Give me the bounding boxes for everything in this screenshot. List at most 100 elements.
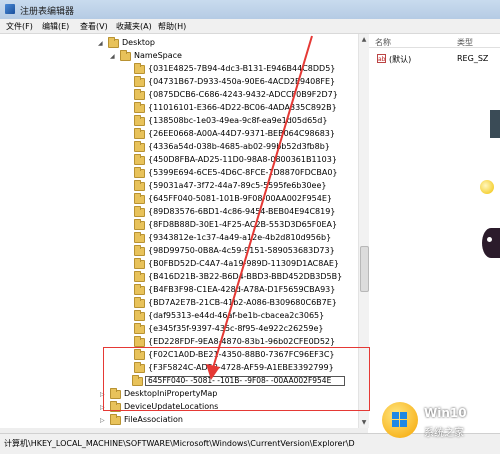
folder-icon bbox=[134, 89, 145, 100]
tree-item-label: {B416D21B-3B22-B6D4-BBD3-BBD452DB3D5B} bbox=[148, 272, 343, 281]
folder-icon bbox=[134, 206, 145, 217]
folder-icon bbox=[134, 232, 145, 243]
tree-item-label: {89D83576-6BD1-4c86-9454-BEB04E94C819} bbox=[148, 207, 336, 216]
status-path: 计算机\HKEY_LOCAL_MACHINE\SOFTWARE\Microsof… bbox=[4, 439, 355, 448]
tree-item-label: {26EE0668-A00A-44D7-9371-BEB064C98683} bbox=[148, 129, 335, 138]
tree-item-label: {B0FBD52D-C4A7-4a19-989D-11309D1AC8AE} bbox=[148, 259, 339, 268]
tree-item-key[interactable]: {B0FBD52D-C4A7-4a19-989D-11309D1AC8AE} bbox=[0, 258, 358, 270]
folder-icon bbox=[134, 336, 145, 347]
tree-item-key[interactable]: {04731B67-D933-450a-90E6-4ACD2E9408FE} bbox=[0, 76, 358, 88]
menu-favorites[interactable]: 收藏夹(A) bbox=[116, 21, 152, 32]
tree-item-label: {e345f35f-9397-435c-8f95-4e922c26259e} bbox=[148, 324, 324, 333]
tree-item-key[interactable]: {450D8FBA-AD25-11D0-98A8-0800361B1103} bbox=[0, 154, 358, 166]
lightbulb-icon bbox=[480, 180, 494, 194]
tree-item-label: {ED228FDF-9EA8-4870-83b1-96b02CFE0D52} bbox=[148, 337, 336, 346]
collapse-arrow-icon[interactable]: ◢ bbox=[98, 40, 103, 47]
folder-icon bbox=[134, 141, 145, 152]
tree-item-label: NameSpace bbox=[134, 51, 182, 60]
tree-item-label: {daf95313-e44d-46af-be1b-cbacea2c3065} bbox=[148, 311, 325, 320]
tree-item-label: {4336a54d-038b-4685-ab02-99bb52d3fb8b} bbox=[148, 142, 330, 151]
highlight-box bbox=[103, 347, 370, 411]
tree-item-key[interactable]: {8FD8B88D-30E1-4F25-AC2B-553D3D65F0EA} bbox=[0, 219, 358, 231]
tree-item-key[interactable]: {0875DCB6-C686-4243-9432-ADCCF0B9F2D7} bbox=[0, 89, 358, 101]
tree-item-key[interactable]: {645FF040-5081-101B-9F08-00AA002F954E} bbox=[0, 193, 358, 205]
folder-icon bbox=[134, 102, 145, 113]
folder-icon bbox=[134, 180, 145, 191]
menu-file[interactable]: 文件(F) bbox=[6, 21, 33, 32]
folder-icon bbox=[134, 63, 145, 74]
tree-item-key[interactable]: {59031a47-3f72-44a7-89c5-5595fe6b30ee} bbox=[0, 180, 358, 192]
folder-icon bbox=[110, 414, 121, 425]
tree-item-label: {645FF040-5081-101B-9F08-00AA002F954E} bbox=[148, 194, 332, 203]
folder-icon bbox=[134, 219, 145, 230]
folder-icon bbox=[134, 76, 145, 87]
tree-item-key[interactable]: {11016101-E366-4D22-BC06-4ADA335C892B} bbox=[0, 102, 358, 114]
folder-icon bbox=[134, 258, 145, 269]
scroll-up-icon[interactable]: ▲ bbox=[360, 35, 368, 44]
tree-item-label: {5399E694-6CE5-4D6C-8FCE-1D8870FDCBA0} bbox=[148, 168, 338, 177]
watermark-sub: 系统之家 bbox=[424, 428, 464, 439]
value-name: (默认) bbox=[389, 55, 412, 64]
collapse-arrow-icon[interactable]: ◢ bbox=[110, 53, 115, 60]
value-row-default[interactable]: ab (默认) REG_SZ bbox=[369, 53, 500, 65]
expand-arrow-icon[interactable]: ▷ bbox=[100, 417, 105, 424]
regedit-app-icon bbox=[5, 4, 15, 14]
tree-item-key[interactable]: {daf95313-e44d-46af-be1b-cbacea2c3065} bbox=[0, 310, 358, 322]
folder-icon bbox=[134, 167, 145, 178]
tree-item-label: {59031a47-3f72-44a7-89c5-5595fe6b30ee} bbox=[148, 181, 327, 190]
tree-item-key[interactable]: {9343812e-1c37-4a49-a12e-4b2d810d956b} bbox=[0, 232, 358, 244]
tree-item-key[interactable]: {26EE0668-A00A-44D7-9371-BEB064C98683} bbox=[0, 128, 358, 140]
menu-bar: 文件(F) 编辑(E) 查看(V) 收藏夹(A) 帮助(H) bbox=[0, 19, 500, 34]
folder-icon bbox=[134, 297, 145, 308]
folder-icon bbox=[134, 284, 145, 295]
tree-item-label: Desktop bbox=[122, 38, 155, 47]
folder-icon bbox=[134, 271, 145, 282]
tree-item-label: {9343812e-1c37-4a49-a12e-4b2d810d956b} bbox=[148, 233, 332, 242]
tree-item-label: {138508bc-1e03-49ea-9c8f-ea9e1d05d65d} bbox=[148, 116, 328, 125]
tree-item-label: {04731B67-D933-450a-90E6-4ACD2E9408FE} bbox=[148, 77, 336, 86]
menu-edit[interactable]: 编辑(E) bbox=[42, 21, 69, 32]
tree-item-sibling[interactable]: ▷ FileAssociation bbox=[0, 414, 358, 426]
folder-icon bbox=[134, 310, 145, 321]
tree-item-label: {B4FB3F98-C1EA-428d-A78A-D1F5659CBA93} bbox=[148, 285, 336, 294]
tree-item-key[interactable]: {5399E694-6CE5-4D6C-8FCE-1D8870FDCBA0} bbox=[0, 167, 358, 179]
tree-item-key[interactable]: {138508bc-1e03-49ea-9c8f-ea9e1d05d65d} bbox=[0, 115, 358, 127]
string-value-icon: ab bbox=[377, 54, 386, 63]
values-pane[interactable]: 名称 类型 ab (默认) REG_SZ bbox=[369, 34, 500, 428]
tree-item-key[interactable]: {031E4825-7B94-4dc3-B131-E946B44C8DD5} bbox=[0, 63, 358, 75]
tree-item-label: FileAssociation bbox=[124, 415, 183, 424]
watermark-logo: Win10 系统之家 bbox=[382, 402, 500, 442]
folder-icon bbox=[134, 193, 145, 204]
menu-view[interactable]: 查看(V) bbox=[80, 21, 108, 32]
mascot-icon bbox=[482, 228, 500, 258]
menu-help[interactable]: 帮助(H) bbox=[158, 21, 186, 32]
folder-icon bbox=[134, 154, 145, 165]
folder-icon bbox=[108, 37, 119, 48]
tree-item-label: {8FD8B88D-30E1-4F25-AC2B-553D3D65F0EA} bbox=[148, 220, 338, 229]
tree-item-key[interactable]: {e345f35f-9397-435c-8f95-4e922c26259e} bbox=[0, 323, 358, 335]
tree-item-key[interactable]: {89D83576-6BD1-4c86-9454-BEB04E94C819} bbox=[0, 206, 358, 218]
mascot-eye bbox=[487, 237, 492, 242]
tree-item-key[interactable]: {B416D21B-3B22-B6D4-BBD3-BBD452DB3D5B} bbox=[0, 271, 358, 283]
folder-icon bbox=[134, 323, 145, 334]
tree-item-key[interactable]: {98D99750-0B8A-4c59-9151-589053683D73} bbox=[0, 245, 358, 257]
values-header: 名称 类型 bbox=[369, 34, 500, 48]
tree-item-label: {031E4825-7B94-4dc3-B131-E946B44C8DD5} bbox=[148, 64, 336, 73]
tree-item-key[interactable]: {BD7A2E7B-21CB-41b2-A086-B309680C6B7E} bbox=[0, 297, 358, 309]
window-title: 注册表编辑器 bbox=[20, 7, 75, 17]
tree-item-label: {450D8FBA-AD25-11D0-98A8-0800361B1103} bbox=[148, 155, 337, 164]
tree-item-key[interactable]: {B4FB3F98-C1EA-428d-A78A-D1F5659CBA93} bbox=[0, 284, 358, 296]
windows-logo-icon bbox=[392, 412, 408, 428]
tree-item-label: {98D99750-0B8A-4c59-9151-589053683D73} bbox=[148, 246, 335, 255]
column-name-header[interactable]: 名称 bbox=[375, 37, 391, 48]
scroll-down-icon[interactable]: ▼ bbox=[360, 418, 368, 427]
tree-item-label: {11016101-E366-4D22-BC06-4ADA335C892B} bbox=[148, 103, 337, 112]
scroll-thumb[interactable] bbox=[360, 246, 369, 292]
tree-item-label: {BD7A2E7B-21CB-41b2-A086-B309680C6B7E} bbox=[148, 298, 337, 307]
tree-item-namespace[interactable]: ◢ NameSpace bbox=[0, 50, 358, 62]
tree-item-desktop[interactable]: ◢ Desktop bbox=[0, 37, 358, 49]
side-panel-tab bbox=[490, 110, 500, 138]
tree-item-key[interactable]: {4336a54d-038b-4685-ab02-99bb52d3fb8b} bbox=[0, 141, 358, 153]
tree-item-label: {0875DCB6-C686-4243-9432-ADCCF0B9F2D7} bbox=[148, 90, 338, 99]
column-type-header[interactable]: 类型 bbox=[457, 37, 473, 48]
